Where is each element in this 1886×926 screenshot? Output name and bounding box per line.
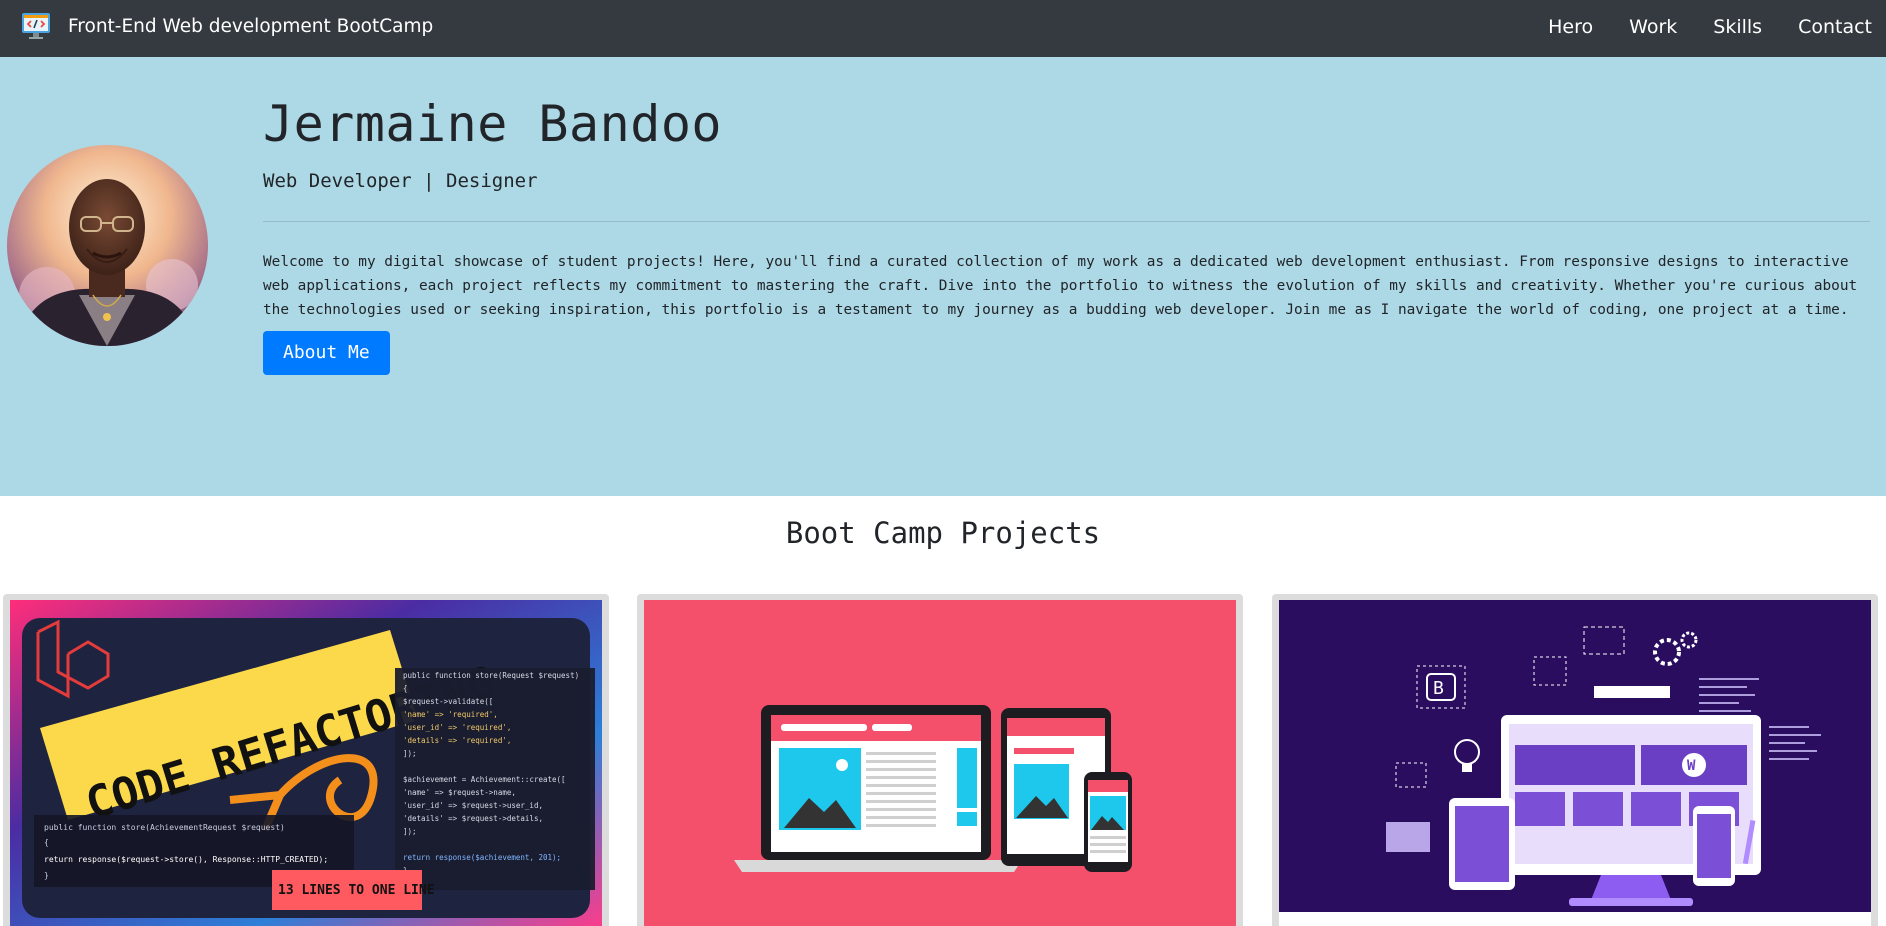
nav-link-contact[interactable]: Contact — [1798, 13, 1872, 41]
projects-title: Boot Camp Projects — [785, 516, 1101, 550]
svg-text:public function store(Request: public function store(Request $request) — [403, 671, 579, 680]
project-image-responsive[interactable] — [644, 600, 1236, 926]
svg-text:'user_id' => $request->user_i: 'user_id' => $request->user_id, — [403, 801, 543, 810]
nav-link-work[interactable]: Work — [1629, 13, 1677, 41]
nav-link-hero[interactable]: Hero — [1548, 13, 1593, 41]
svg-text:}: } — [44, 871, 49, 880]
svg-text:$achievement = Achievement::cr: $achievement = Achievement::create([ — [403, 775, 566, 784]
hero-description: Welcome to my digital showcase of studen… — [263, 253, 1858, 318]
brand-title: Front-End Web development BootCamp — [68, 15, 434, 37]
navbar-brand[interactable]: Front-End Web development BootCamp — [20, 9, 433, 43]
hero-name: Jermaine Bandoo — [263, 95, 723, 153]
svg-text:'details' => $request->detail: 'details' => $request->details, — [403, 814, 543, 823]
svg-text:W: W — [1687, 758, 1696, 774]
svg-text:{: { — [403, 684, 408, 693]
svg-text:'user_id' => 'required',: 'user_id' => 'required', — [403, 723, 511, 732]
svg-text:]);: ]); — [403, 749, 417, 758]
nav-link-skills[interactable]: Skills — [1713, 13, 1762, 41]
hero-divider — [263, 220, 1870, 222]
svg-text:return response($achievement,: return response($achievement, 201); — [403, 853, 561, 862]
project-image-webdev[interactable]: W B — [1279, 600, 1871, 926]
hero-section: Jermaine Bandoo Web Developer | Designer… — [0, 57, 1886, 496]
svg-text:{: { — [44, 838, 49, 847]
project-card-responsive[interactable] — [637, 594, 1243, 926]
svg-text:return response($request->stor: return response($request->store(), Respo… — [44, 855, 328, 864]
project-image-refactoring[interactable]: CODE REFACTORING public function store(R… — [10, 600, 602, 926]
refactoring-badge: 13 LINES TO ONE LINE — [278, 883, 435, 898]
svg-text:'name' => $request->name,: 'name' => $request->name, — [403, 788, 516, 797]
avatar — [7, 145, 208, 346]
svg-text:$request->validate([: $request->validate([ — [403, 697, 493, 706]
svg-text:'details' => 'required',: 'details' => 'required', — [403, 736, 511, 745]
about-me-button[interactable]: About Me — [263, 330, 390, 375]
navbar: Front-End Web development BootCamp Hero … — [0, 0, 1886, 57]
code-monitor-icon — [22, 13, 50, 39]
svg-text:public function store(Achievem: public function store(AchievementRequest… — [44, 823, 285, 832]
project-card-webdev[interactable]: W B — [1272, 594, 1878, 926]
hero-subtitle: Web Developer | Designer — [263, 170, 538, 192]
svg-text:'name' => 'required',: 'name' => 'required', — [403, 710, 498, 719]
nav-links: Hero Work Skills Contact — [1512, 13, 1872, 41]
svg-text:B: B — [1433, 678, 1444, 699]
hero-content: Jermaine Bandoo Web Developer | Designer… — [263, 97, 1870, 375]
svg-text:]);: ]); — [403, 827, 417, 836]
project-card-refactoring[interactable]: CODE REFACTORING public function store(R… — [3, 594, 609, 926]
